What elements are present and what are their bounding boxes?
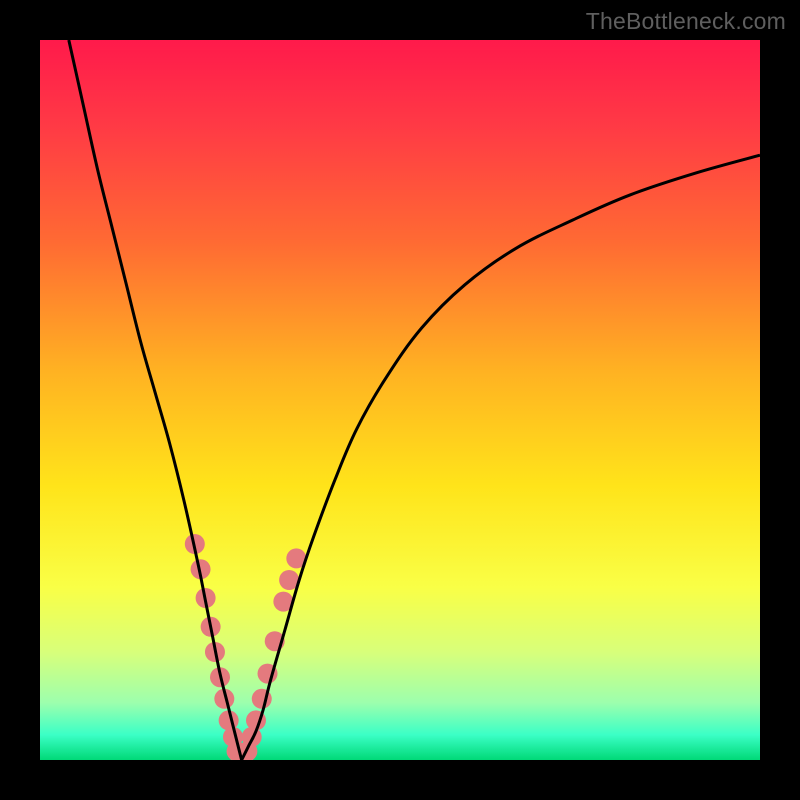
watermark-text: TheBottleneck.com — [586, 8, 786, 35]
curve-left — [69, 40, 242, 760]
curve-layer — [40, 40, 760, 760]
curve-right — [242, 155, 760, 760]
chart-frame: TheBottleneck.com — [0, 0, 800, 800]
plot-area — [40, 40, 760, 760]
scatter-points — [185, 534, 307, 760]
